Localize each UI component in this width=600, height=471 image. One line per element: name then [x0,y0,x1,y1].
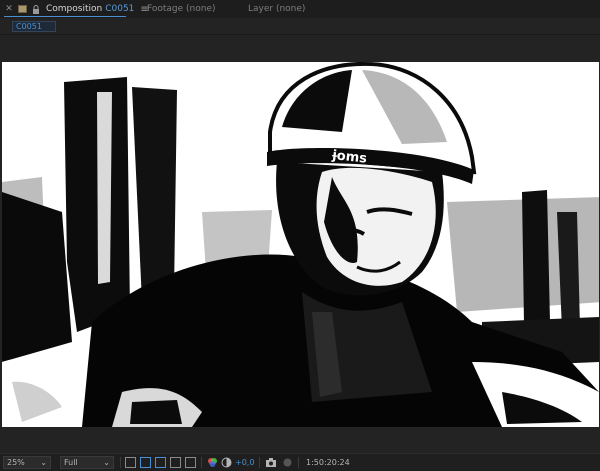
reset-exposure-button[interactable] [221,456,232,469]
magnification-value: 25% [7,458,25,467]
resolution-dropdown[interactable]: Full ⌄ [60,456,114,469]
region-of-interest-button[interactable] [170,456,181,469]
fast-previews-button[interactable] [125,456,136,469]
guide-options-button[interactable] [185,456,196,469]
viewer-pasteboard [0,35,600,62]
transparency-grid-button[interactable] [140,456,151,469]
resolution-value: Full [64,458,78,467]
tab-layer[interactable]: Layer (none) [248,0,305,18]
composition-icon [18,5,27,13]
panel-tab-bar: ✕ Composition C0051 ≡ Footage (none) Lay… [0,0,600,18]
toolbar-divider [298,457,299,468]
chevron-down-icon: ⌄ [40,458,47,467]
rgb-channels-icon [208,458,217,467]
mask-path-icon [155,457,166,468]
region-of-interest-icon [170,457,181,468]
show-snapshot-button[interactable] [282,456,293,469]
exposure-icon [221,457,232,468]
channel-button[interactable] [207,456,218,469]
breadcrumb[interactable]: C0051 [12,21,56,32]
transparency-grid-icon [140,457,151,468]
tab-footage[interactable]: Footage (none) [147,0,216,18]
take-snapshot-button[interactable] [265,456,277,469]
toolbar-divider [120,457,121,468]
viewer-toolbar: 25% ⌄ Full ⌄ +0,0 1:50:20:24 [0,453,600,471]
viewer-pasteboard-bottom [0,427,600,453]
lock-icon[interactable] [31,4,40,14]
mask-visibility-button[interactable] [155,456,166,469]
viewer-frame-image: ɉoms [2,62,599,427]
fast-previews-icon [125,457,136,468]
grid-guides-icon [185,457,196,468]
tab-composition-title: Composition [46,4,103,14]
show-snapshot-icon [283,458,292,467]
toolbar-divider [201,457,202,468]
exposure-value[interactable]: +0,0 [235,456,254,469]
composition-navigator-bar: C0051 [0,18,600,35]
magnification-dropdown[interactable]: 25% ⌄ [3,456,51,469]
tab-composition-name: C0051 [105,4,135,14]
toolbar-divider [259,457,260,468]
active-tab-indicator [4,16,126,17]
chevron-down-icon: ⌄ [103,458,110,467]
camera-icon [266,458,276,467]
close-icon[interactable]: ✕ [4,4,14,14]
current-time-display[interactable]: 1:50:20:24 [306,456,350,469]
composition-viewer[interactable]: ɉoms [2,62,599,427]
